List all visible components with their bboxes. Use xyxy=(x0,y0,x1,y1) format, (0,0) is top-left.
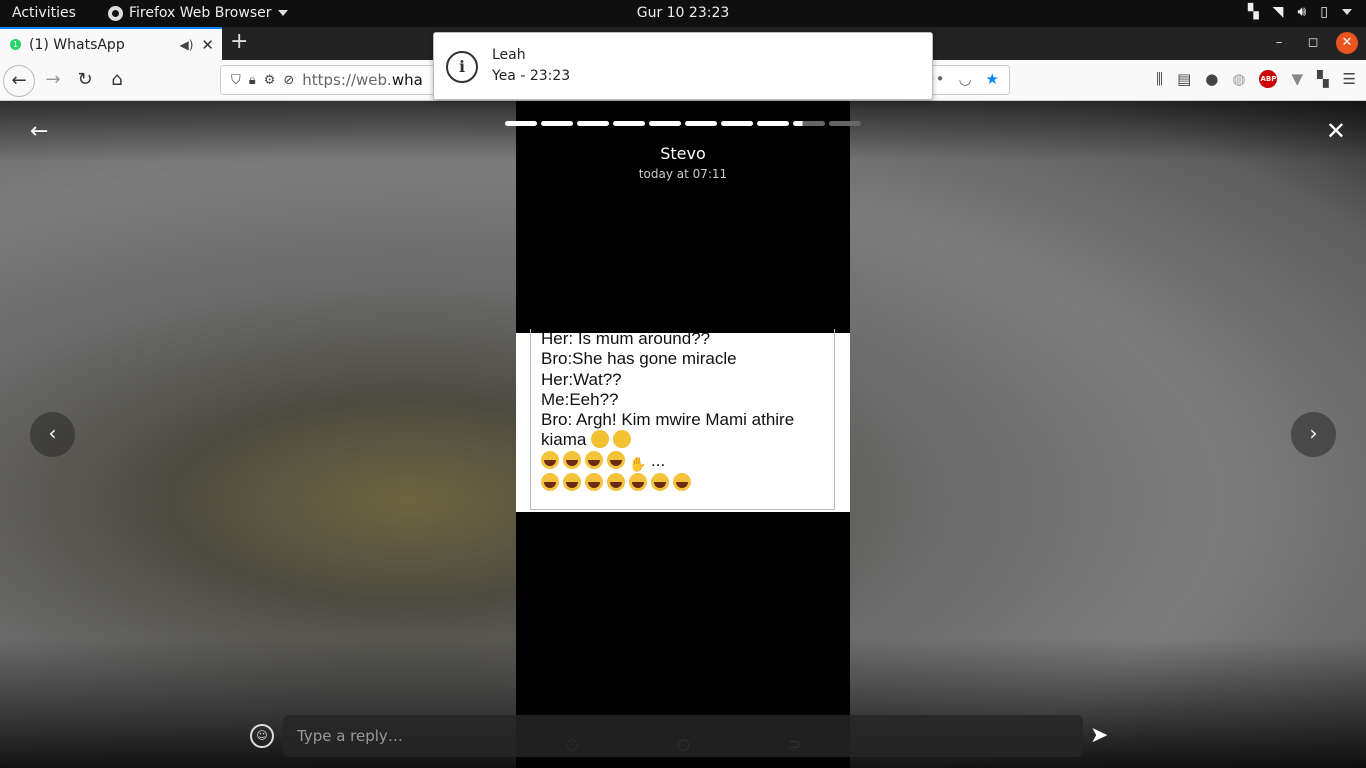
laughing-emoji xyxy=(541,472,559,491)
text-line: Me:Eeh?? xyxy=(541,389,619,409)
close-window-button[interactable]: ✕ xyxy=(1336,32,1358,54)
status-progress xyxy=(505,121,861,126)
notification-message: Yea - 23:23 xyxy=(492,68,571,84)
back-button[interactable]: ← xyxy=(3,65,35,97)
progress-segment xyxy=(685,121,717,126)
sidebar-icon[interactable]: ▤ xyxy=(1177,70,1191,88)
battery-icon[interactable]: ▯ xyxy=(1320,4,1328,20)
status-viewer: Stevo today at 07:11 Her: Is mum around?… xyxy=(0,101,1366,768)
url-text: https://web.wha xyxy=(302,71,423,89)
progress-segment xyxy=(613,121,645,126)
account-icon[interactable]: ● xyxy=(1205,70,1218,88)
laughing-emoji xyxy=(541,450,559,469)
laughing-emoji xyxy=(673,472,691,491)
text-line-with-emoji: kiama xyxy=(541,430,824,450)
emoji-line: ✋... xyxy=(541,450,824,473)
autoplay-blocked-icon[interactable]: ⊘ xyxy=(283,73,294,88)
new-tab-button[interactable]: + xyxy=(230,29,248,54)
wifi-icon[interactable]: ◥ xyxy=(1273,4,1284,20)
library-icon[interactable]: ⫼ xyxy=(1156,70,1163,88)
apps-icon[interactable]: ▚ xyxy=(1248,4,1259,20)
unread-badge: 1 xyxy=(10,39,21,50)
progress-segment xyxy=(577,121,609,126)
globe-icon[interactable]: ◍ xyxy=(1232,70,1245,88)
laughing-emoji xyxy=(563,450,581,469)
bookmark-star-icon[interactable]: ★ xyxy=(986,70,999,88)
laughing-emoji xyxy=(585,472,603,491)
maximize-button[interactable]: ◻ xyxy=(1296,32,1330,54)
app-menu-label: Firefox Web Browser xyxy=(129,5,272,21)
tab-title: (1) WhatsApp xyxy=(29,36,125,53)
laughing-emoji xyxy=(607,450,625,469)
adblock-plus-icon[interactable]: ABP xyxy=(1259,70,1278,88)
status-image-text: Her: Is mum around?? Bro:She has gone mi… xyxy=(530,329,835,510)
clock[interactable]: Gur 10 23:23 xyxy=(637,5,730,21)
progress-segment xyxy=(649,121,681,126)
permissions-icon[interactable]: ⚙ xyxy=(264,73,276,88)
next-status-button[interactable]: › xyxy=(1291,412,1336,457)
firefox-icon xyxy=(108,5,123,21)
close-tab-icon[interactable]: ✕ xyxy=(201,36,214,54)
menu-icon[interactable]: ☰ xyxy=(1343,70,1356,88)
status-author: Stevo xyxy=(660,144,706,163)
text-line: Her:Wat?? xyxy=(541,369,622,389)
volume-icon[interactable]: 🔊︎ xyxy=(1297,4,1306,20)
text-line: Bro:She has gone miracle xyxy=(541,349,737,369)
progress-segment xyxy=(757,121,789,126)
extensions-icon[interactable]: ▚ xyxy=(1317,70,1329,88)
laughing-emoji xyxy=(563,472,581,491)
laughing-emoji xyxy=(651,472,669,491)
system-tray[interactable]: ▚ ◥ 🔊︎ ▯ xyxy=(1248,4,1352,20)
desktop-notification[interactable]: i Leah Yea - 23:23 xyxy=(433,32,933,100)
progress-segment xyxy=(721,121,753,126)
vpn-icon[interactable]: ▼ xyxy=(1291,70,1303,88)
tab-whatsapp[interactable]: 1 (1) WhatsApp ◀︎) ✕ xyxy=(0,27,222,60)
speaker-icon[interactable]: ◀︎) xyxy=(180,38,194,52)
laughing-emoji xyxy=(629,472,647,491)
power-menu-icon[interactable] xyxy=(1342,9,1352,15)
gnome-top-bar: Activities Firefox Web Browser Gur 10 23… xyxy=(0,0,1366,27)
close-icon[interactable]: ✕ xyxy=(1326,117,1346,145)
lock-icon[interactable]: 🔒︎ xyxy=(249,73,256,88)
text-line: Her: Is mum around?? xyxy=(541,329,711,348)
emoji-line xyxy=(541,472,824,493)
back-arrow-icon[interactable]: ← xyxy=(30,119,48,144)
toolbar-icons: ⫼ ▤ ● ◍ ABP ▼ ▚ ☰ xyxy=(1156,70,1356,88)
raised-hands-emoji: ✋ xyxy=(629,455,647,472)
reload-button[interactable]: ↻ xyxy=(69,65,101,97)
laughing-emoji xyxy=(585,450,603,469)
ellipsis: ... xyxy=(651,450,666,470)
minimize-button[interactable]: – xyxy=(1262,32,1296,54)
emoji-icon[interactable]: ☺ xyxy=(250,724,274,748)
reply-input[interactable]: Type a reply… xyxy=(283,715,1083,757)
progress-segment xyxy=(541,121,573,126)
progress-segment xyxy=(793,121,825,126)
status-timestamp: today at 07:11 xyxy=(638,167,728,181)
chevron-down-icon xyxy=(277,10,288,16)
window-controls: – ◻ ✕ xyxy=(1262,32,1358,54)
confused-face-emoji xyxy=(591,430,610,449)
home-button[interactable]: ⌂ xyxy=(101,65,133,97)
activities-button[interactable]: Activities xyxy=(12,5,76,21)
forward-button[interactable]: → xyxy=(37,65,69,97)
status-image: Her: Is mum around?? Bro:She has gone mi… xyxy=(516,329,850,512)
app-menu[interactable]: Firefox Web Browser xyxy=(108,5,288,21)
tracking-shield-icon[interactable]: ⛉ xyxy=(231,73,241,88)
progress-segment xyxy=(505,121,537,126)
laughing-emoji xyxy=(607,472,625,491)
pocket-icon[interactable]: ◡ xyxy=(958,70,971,88)
previous-status-button[interactable]: ‹ xyxy=(30,412,75,457)
confused-face-emoji xyxy=(613,430,632,449)
send-icon[interactable]: ➤ xyxy=(1090,723,1108,748)
info-icon: i xyxy=(446,51,478,83)
notification-sender: Leah xyxy=(492,47,526,63)
progress-segment xyxy=(829,121,861,126)
text-line: Bro: Argh! Kim mwire Mami athire xyxy=(541,410,795,430)
